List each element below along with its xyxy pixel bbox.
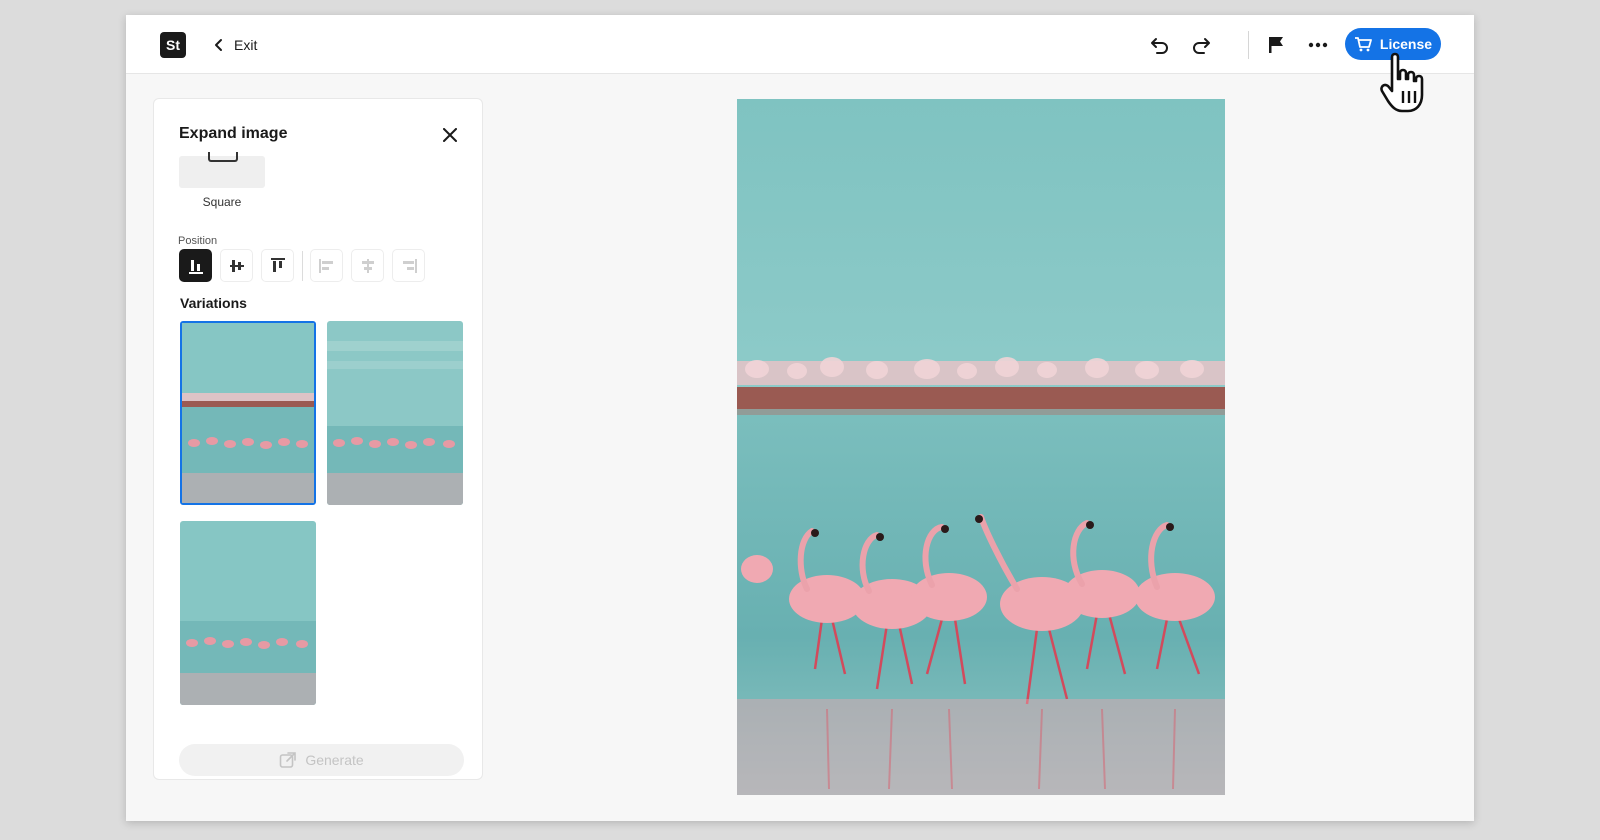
chevron-left-icon <box>215 39 222 51</box>
toolbar-divider <box>1248 31 1249 59</box>
undo-button[interactable] <box>1146 31 1174 59</box>
position-center-button[interactable] <box>220 249 253 282</box>
align-center-icon <box>229 259 244 272</box>
more-options-button[interactable] <box>1304 31 1332 59</box>
flamingo-thumbnail-image <box>180 521 316 705</box>
align-top-icon <box>270 257 285 272</box>
stock-logo[interactable]: St <box>160 32 186 58</box>
position-middle-button <box>351 249 384 282</box>
align-right-icon <box>402 258 417 273</box>
close-panel-button[interactable] <box>440 125 460 145</box>
redo-button[interactable] <box>1187 31 1215 59</box>
align-middle-icon <box>361 258 374 273</box>
cart-icon <box>1354 37 1372 52</box>
flamingo-thumbnail-image <box>182 323 314 503</box>
variation-thumbnail-2[interactable] <box>327 321 463 505</box>
aspect-ratio-label: Square <box>202 195 242 209</box>
exit-button[interactable]: Exit <box>214 33 257 57</box>
redo-icon <box>1193 38 1210 54</box>
panel-title: Expand image <box>179 125 288 142</box>
flamingo-photo <box>737 99 1225 795</box>
generate-label: Generate <box>305 752 364 768</box>
variation-thumbnail-3[interactable] <box>180 521 316 705</box>
main-canvas-image[interactable] <box>737 99 1225 795</box>
align-bottom-icon <box>188 259 203 274</box>
aspect-ratio-square-option[interactable] <box>179 152 265 188</box>
generate-icon <box>280 752 297 768</box>
position-divider <box>302 251 303 281</box>
stock-editor-window: St Exit License Expand image Square Posi… <box>126 15 1474 821</box>
variation-thumbnail-1[interactable] <box>180 321 316 505</box>
license-label: License <box>1379 36 1433 52</box>
generate-button[interactable]: Generate <box>179 744 464 776</box>
position-left-button <box>310 249 343 282</box>
variations-label: Variations <box>180 295 247 311</box>
position-label: Position <box>178 235 218 247</box>
top-bar: St Exit License <box>126 15 1474 113</box>
flag-icon <box>1269 37 1283 53</box>
align-left-icon <box>318 258 333 273</box>
hand-cursor-icon <box>1380 52 1424 113</box>
square-shape-icon <box>208 152 238 162</box>
flamingo-thumbnail-image <box>327 321 463 505</box>
position-top-button[interactable] <box>261 249 294 282</box>
report-button[interactable] <box>1262 31 1290 59</box>
exit-label: Exit <box>234 37 258 53</box>
undo-icon <box>1151 38 1168 54</box>
more-icon <box>1308 42 1328 48</box>
license-button[interactable]: License <box>1345 28 1441 60</box>
close-icon <box>443 128 457 142</box>
expand-image-panel: Expand image Square Position Variations … <box>153 98 483 780</box>
position-bottom-button[interactable] <box>179 249 212 282</box>
position-right-button <box>392 249 425 282</box>
